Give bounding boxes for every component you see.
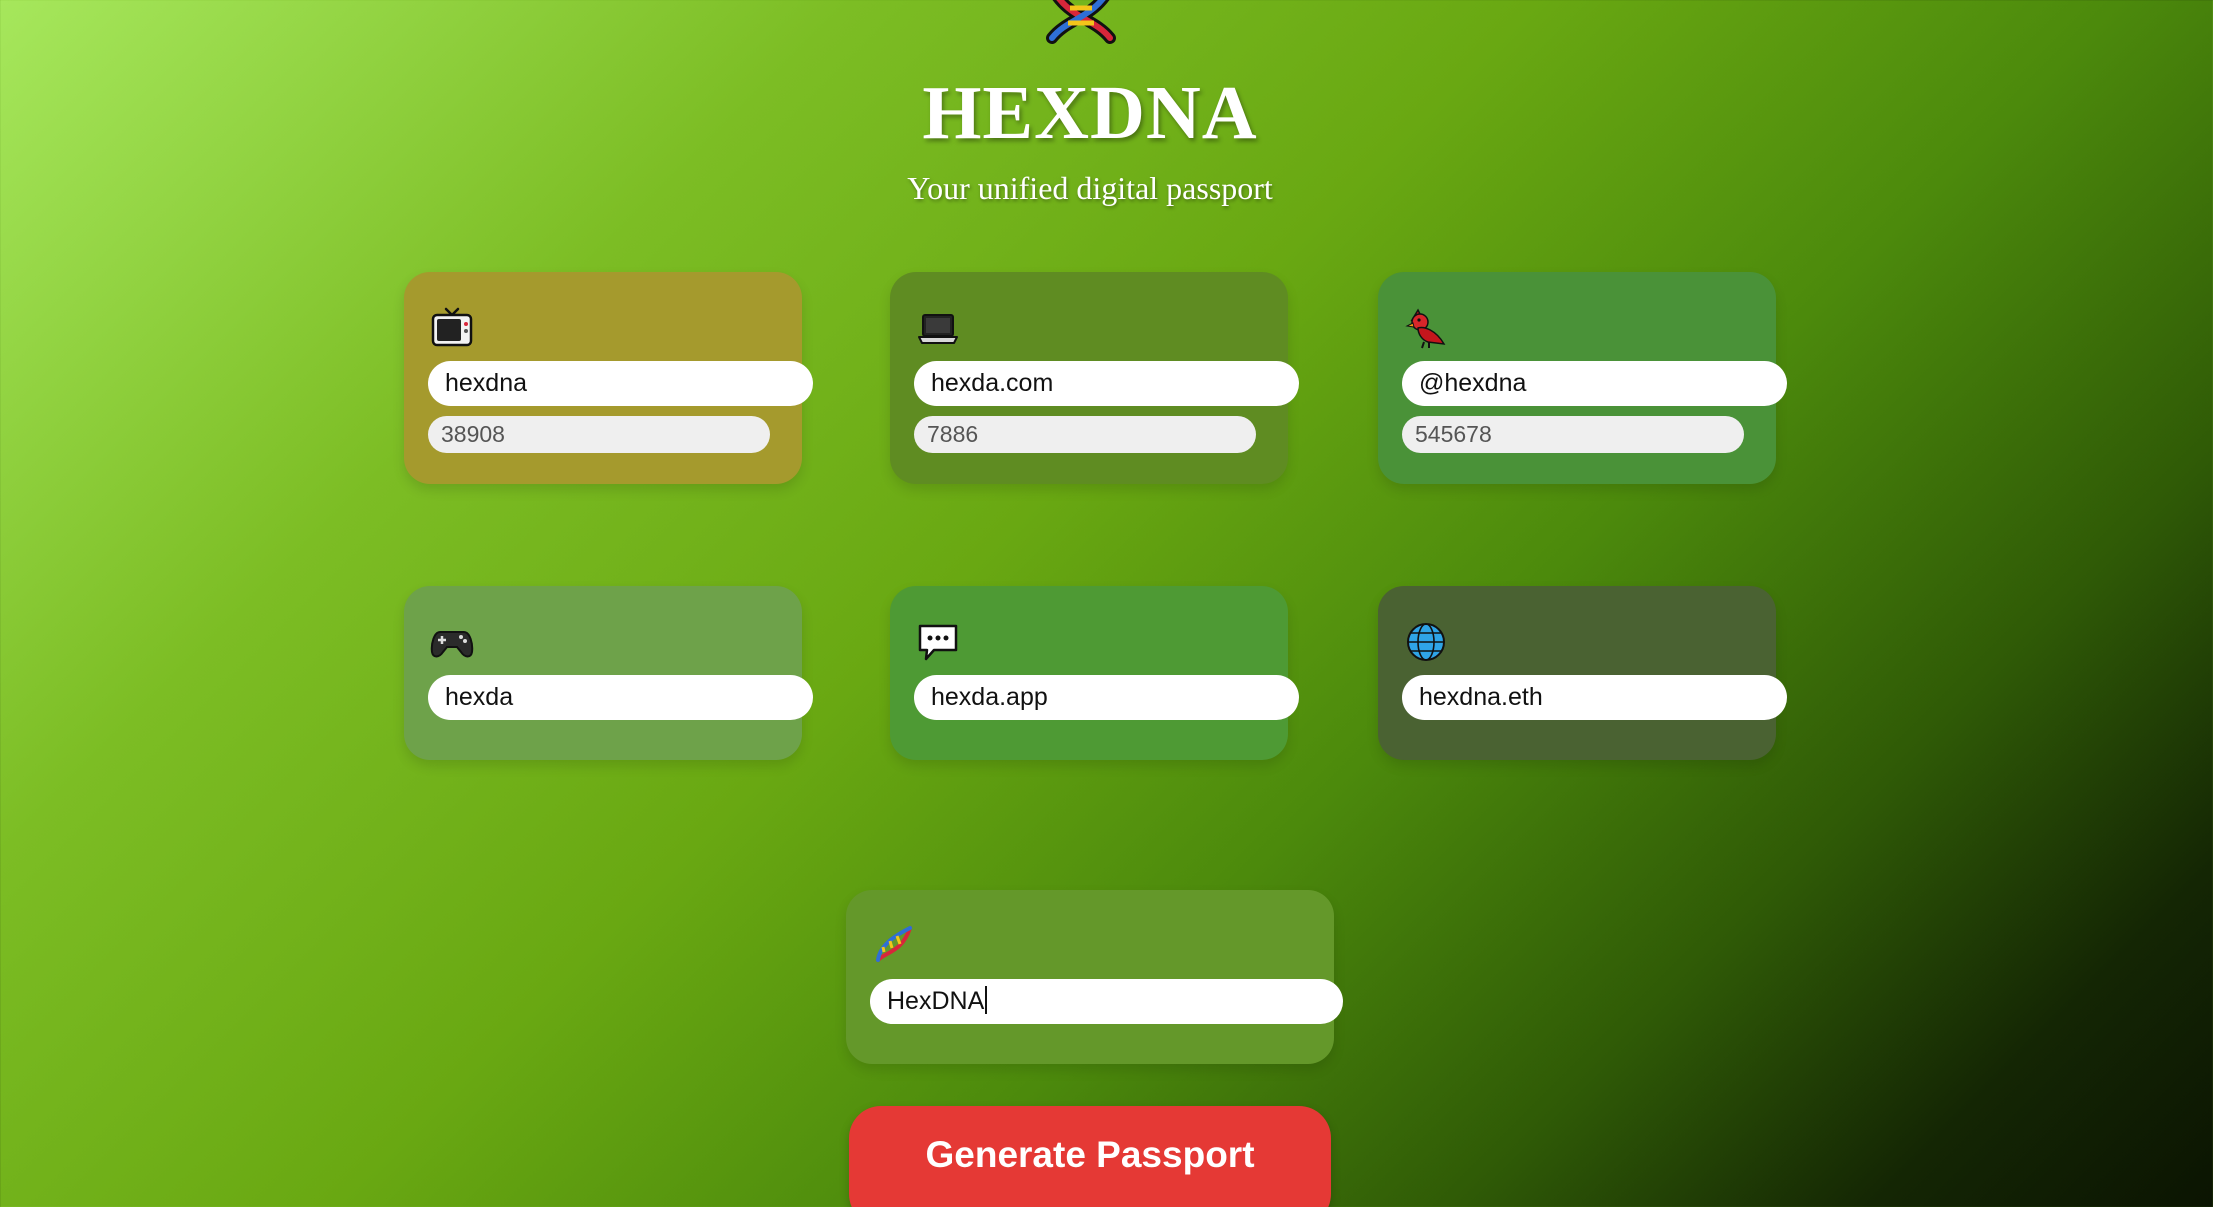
account-card-tv: hexdna 38908 bbox=[404, 272, 813, 484]
social-handle-input[interactable]: @hexdna bbox=[1402, 361, 1787, 406]
tv-handle-input[interactable]: hexdna bbox=[428, 361, 813, 406]
speech-bubble-icon bbox=[918, 624, 958, 661]
account-card-laptop: hexda.com 7886 bbox=[890, 272, 1299, 484]
cardinal-bird-icon bbox=[1405, 308, 1446, 349]
chat-handle-input[interactable]: hexda.app bbox=[914, 675, 1299, 720]
account-card-chat: hexda.app bbox=[890, 586, 1299, 760]
game-controller-icon bbox=[430, 631, 474, 658]
account-card-gaming: hexda bbox=[404, 586, 813, 760]
tv-icon bbox=[431, 307, 473, 347]
generate-passport-button[interactable]: Generate Passport bbox=[849, 1106, 1331, 1207]
dna-icon bbox=[876, 926, 912, 962]
ens-name-input[interactable]: hexdna.eth bbox=[1402, 675, 1787, 720]
page-subtitle: Your unified digital passport bbox=[907, 170, 1273, 206]
globe-icon bbox=[1407, 623, 1445, 661]
page-title: HEXDNA bbox=[922, 71, 1258, 155]
account-card-web3: hexdna.eth bbox=[1378, 586, 1787, 760]
account-card-bird: @hexdna 545678 bbox=[1378, 272, 1787, 484]
tv-follower-count[interactable]: 38908 bbox=[428, 416, 770, 453]
website-count[interactable]: 7886 bbox=[914, 416, 1256, 453]
dna-logo-icon bbox=[1046, 0, 1116, 44]
passport-name-input[interactable]: HexDNA bbox=[870, 979, 1343, 1024]
passport-name-card: HexDNA bbox=[846, 890, 1343, 1064]
passport-name-value: HexDNA bbox=[887, 987, 985, 1015]
gaming-handle-input[interactable]: hexda bbox=[428, 675, 813, 720]
laptop-icon bbox=[918, 314, 958, 344]
social-follower-count[interactable]: 545678 bbox=[1402, 416, 1744, 453]
text-cursor bbox=[985, 986, 988, 1015]
website-input[interactable]: hexda.com bbox=[914, 361, 1299, 406]
